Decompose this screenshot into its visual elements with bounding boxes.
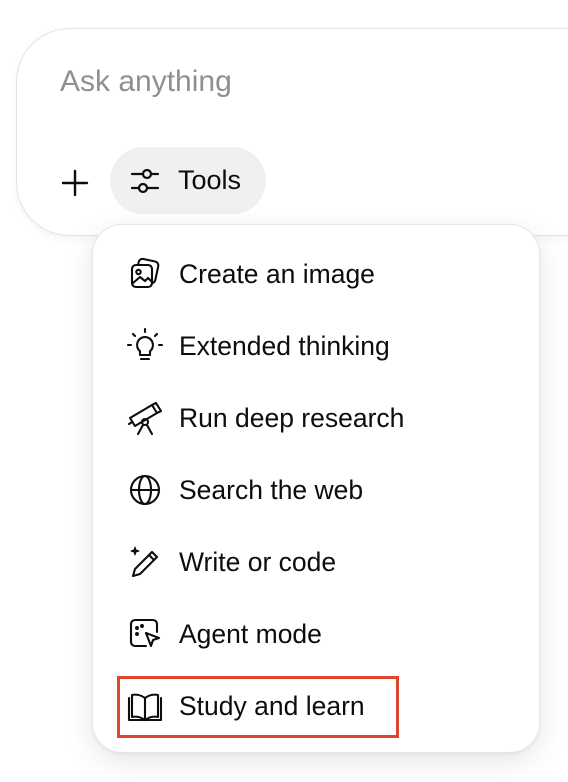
sliders-icon	[128, 164, 162, 198]
agent-cursor-icon	[125, 614, 165, 654]
menu-item-study-learn[interactable]: Study and learn	[115, 676, 519, 736]
menu-item-label: Search the web	[179, 474, 364, 505]
menu-item-label: Write or code	[179, 546, 337, 577]
tools-menu: Create an image Extended thinking Run de…	[92, 224, 540, 753]
image-icon	[125, 254, 165, 294]
menu-item-label: Agent mode	[179, 618, 322, 649]
menu-item-agent-mode[interactable]: Agent mode	[115, 604, 519, 664]
menu-item-create-image[interactable]: Create an image	[115, 244, 519, 304]
menu-item-deep-research[interactable]: Run deep research	[115, 388, 519, 448]
plus-icon	[61, 169, 89, 197]
prompt-input[interactable]	[60, 65, 540, 99]
lightbulb-icon	[125, 326, 165, 366]
tools-label: Tools	[178, 165, 242, 195]
globe-icon	[125, 470, 165, 510]
menu-item-label: Study and learn	[179, 690, 365, 721]
menu-item-extended-thinking[interactable]: Extended thinking	[115, 316, 519, 376]
tools-button[interactable]: Tools	[110, 147, 266, 214]
add-attachment-button[interactable]	[53, 161, 97, 205]
menu-item-label: Extended thinking	[179, 330, 390, 361]
menu-item-write-code[interactable]: Write or code	[115, 532, 519, 592]
book-icon	[125, 686, 165, 726]
menu-item-search-web[interactable]: Search the web	[115, 460, 519, 520]
pen-sparkle-icon	[125, 542, 165, 582]
menu-item-label: Create an image	[179, 258, 375, 289]
page: Tools Create an image	[0, 0, 568, 782]
menu-item-label: Run deep research	[179, 402, 405, 433]
telescope-icon	[125, 398, 165, 438]
prompt-composer: Tools	[16, 28, 568, 236]
